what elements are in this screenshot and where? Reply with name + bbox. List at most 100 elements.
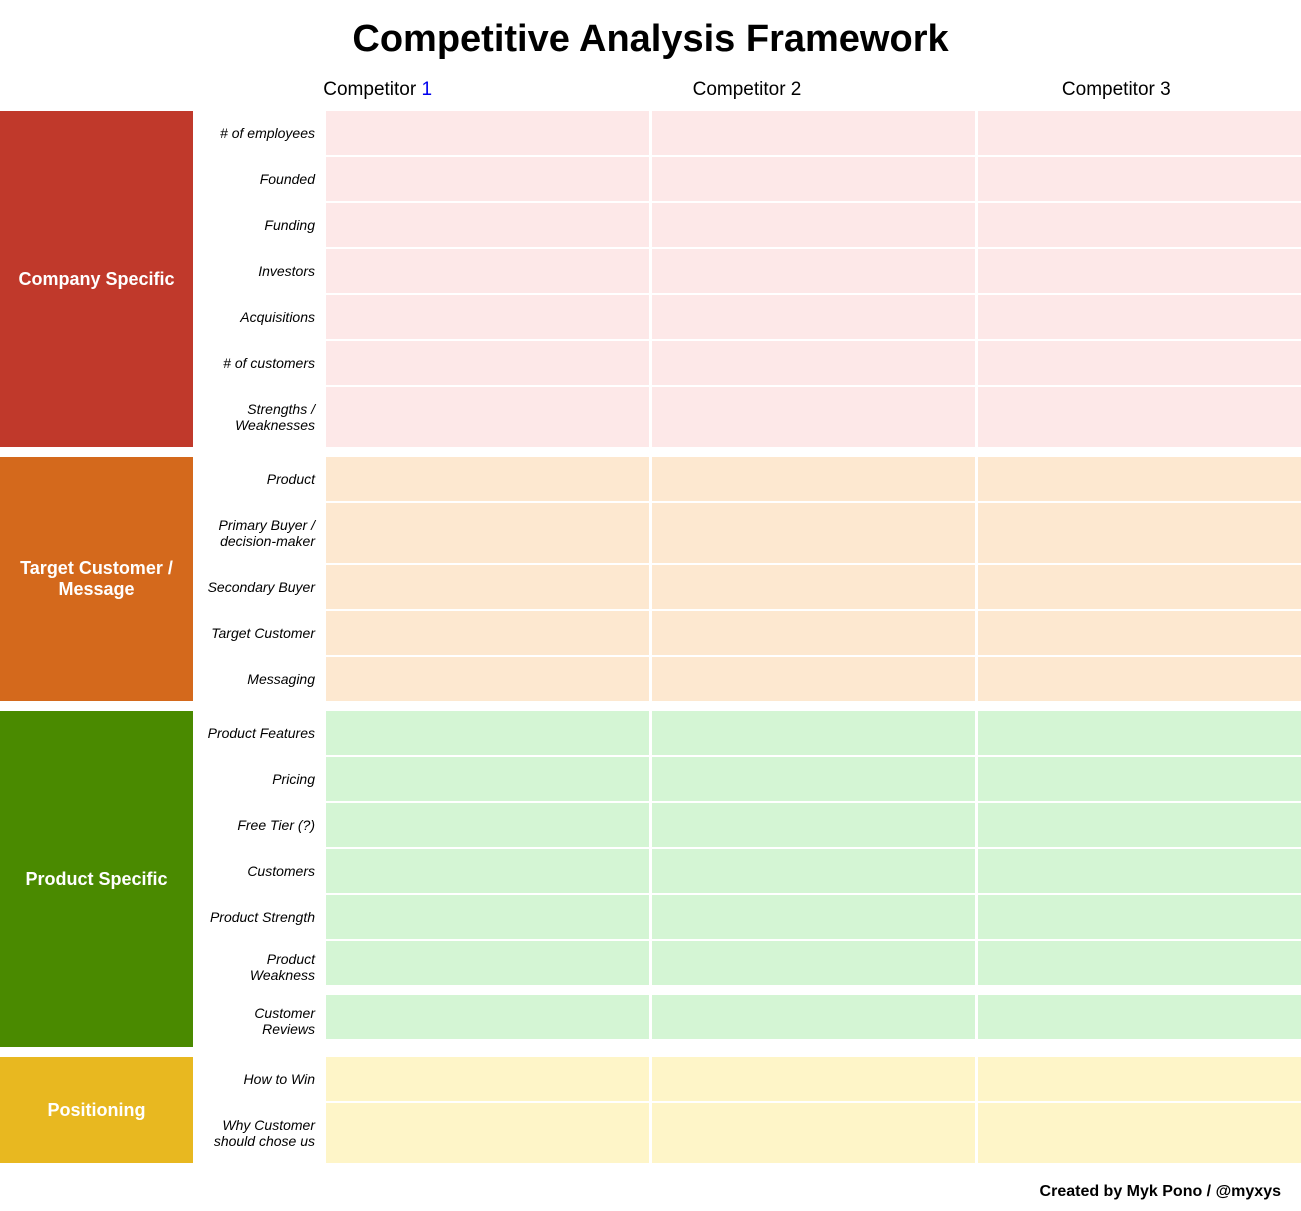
table-cell[interactable]: [323, 757, 649, 801]
table-cell[interactable]: [649, 111, 975, 155]
table-row: Product Strength: [193, 895, 1301, 941]
table-cell[interactable]: [649, 203, 975, 247]
table-cell[interactable]: [323, 387, 649, 447]
competitor-headers: Competitor 1Competitor 2Competitor 3: [193, 71, 1301, 111]
table-cell[interactable]: [649, 157, 975, 201]
table-cell[interactable]: [975, 657, 1301, 701]
table-cell[interactable]: [975, 941, 1301, 985]
table-cell[interactable]: [323, 895, 649, 939]
table-cell[interactable]: [323, 849, 649, 893]
table-cell[interactable]: [323, 711, 649, 755]
table-cell[interactable]: [975, 611, 1301, 655]
row-label: # of employees: [193, 111, 323, 155]
table-cell[interactable]: [649, 387, 975, 447]
table-cell[interactable]: [323, 657, 649, 701]
table-cell[interactable]: [649, 995, 975, 1039]
table-cell[interactable]: [323, 341, 649, 385]
table-cell[interactable]: [323, 203, 649, 247]
table-cell[interactable]: [975, 503, 1301, 563]
table-cell[interactable]: [975, 341, 1301, 385]
table-cell[interactable]: [323, 1103, 649, 1163]
table-cell[interactable]: [649, 565, 975, 609]
table-row: Customers: [193, 849, 1301, 895]
table-row: Investors: [193, 249, 1301, 295]
row-label: Product: [193, 457, 323, 501]
table-row: Funding: [193, 203, 1301, 249]
competitor-header-3: Competitor 3: [932, 71, 1301, 111]
table-cell[interactable]: [323, 249, 649, 293]
competitor-header-2: Competitor 2: [562, 71, 931, 111]
table-cell[interactable]: [323, 565, 649, 609]
table-cell[interactable]: [975, 249, 1301, 293]
table-cell[interactable]: [975, 203, 1301, 247]
table-cell[interactable]: [649, 1057, 975, 1101]
table-cell[interactable]: [649, 295, 975, 339]
table-cell[interactable]: [323, 157, 649, 201]
row-label: Customers: [193, 849, 323, 893]
row-label: Product Strength: [193, 895, 323, 939]
table-cell[interactable]: [975, 295, 1301, 339]
table-row: Product Weakness: [193, 941, 1301, 995]
section-rows-company-specific: # of employeesFoundedFundingInvestorsAcq…: [193, 111, 1301, 447]
competitor-header-1: Competitor 1: [193, 71, 562, 111]
table-cell[interactable]: [649, 249, 975, 293]
table-cell[interactable]: [649, 803, 975, 847]
table-cell[interactable]: [649, 895, 975, 939]
table-cell[interactable]: [649, 757, 975, 801]
row-label: Pricing: [193, 757, 323, 801]
table-cell[interactable]: [975, 995, 1301, 1039]
table-cell[interactable]: [975, 1103, 1301, 1163]
table-cell[interactable]: [323, 995, 649, 1039]
table-row: Pricing: [193, 757, 1301, 803]
table-cell[interactable]: [649, 457, 975, 501]
table-cell[interactable]: [975, 711, 1301, 755]
section-label-company-specific: Company Specific: [0, 111, 193, 447]
row-label: Funding: [193, 203, 323, 247]
table-row: How to Win: [193, 1057, 1301, 1103]
table-cell[interactable]: [975, 387, 1301, 447]
page-title: Competitive Analysis Framework: [0, 0, 1301, 71]
row-label: Strengths / Weaknesses: [193, 387, 323, 447]
row-label: Primary Buyer / decision-maker: [193, 503, 323, 563]
table-cell[interactable]: [323, 111, 649, 155]
table-cell[interactable]: [975, 895, 1301, 939]
table-cell[interactable]: [975, 111, 1301, 155]
table-cell[interactable]: [975, 457, 1301, 501]
row-label: Investors: [193, 249, 323, 293]
table-cell[interactable]: [323, 611, 649, 655]
table-cell[interactable]: [323, 503, 649, 563]
table-cell[interactable]: [649, 341, 975, 385]
table-cell[interactable]: [975, 157, 1301, 201]
table-cell[interactable]: [975, 1057, 1301, 1101]
table-cell[interactable]: [649, 611, 975, 655]
table-cell[interactable]: [323, 1057, 649, 1101]
table-cell[interactable]: [649, 941, 975, 985]
table-cell[interactable]: [975, 565, 1301, 609]
table-cell[interactable]: [323, 803, 649, 847]
table-row: Target Customer: [193, 611, 1301, 657]
table-cell[interactable]: [649, 657, 975, 701]
section-rows-product-specific: Product FeaturesPricingFree Tier (?)Cust…: [193, 711, 1301, 1047]
section-target-customer: Target Customer / MessageProductPrimary …: [0, 457, 1301, 701]
table-row: Primary Buyer / decision-maker: [193, 503, 1301, 565]
table-cell[interactable]: [323, 457, 649, 501]
table-row: # of customers: [193, 341, 1301, 387]
table-row: # of employees: [193, 111, 1301, 157]
section-label-product-specific: Product Specific: [0, 711, 193, 1047]
framework-container: Company Specific# of employeesFoundedFun…: [0, 111, 1301, 1163]
table-cell[interactable]: [649, 711, 975, 755]
table-cell[interactable]: [649, 1103, 975, 1163]
table-cell[interactable]: [975, 803, 1301, 847]
table-cell[interactable]: [649, 503, 975, 563]
table-cell[interactable]: [323, 941, 649, 985]
row-label: Messaging: [193, 657, 323, 701]
table-cell[interactable]: [649, 849, 975, 893]
section-rows-positioning: How to WinWhy Customer should chose us: [193, 1057, 1301, 1163]
table-row: Product: [193, 457, 1301, 503]
footer: Created by Myk Pono / @myxys: [0, 1173, 1301, 1211]
table-cell[interactable]: [323, 295, 649, 339]
table-cell[interactable]: [975, 757, 1301, 801]
table-cell[interactable]: [975, 849, 1301, 893]
row-label: Founded: [193, 157, 323, 201]
section-positioning: PositioningHow to WinWhy Customer should…: [0, 1057, 1301, 1163]
